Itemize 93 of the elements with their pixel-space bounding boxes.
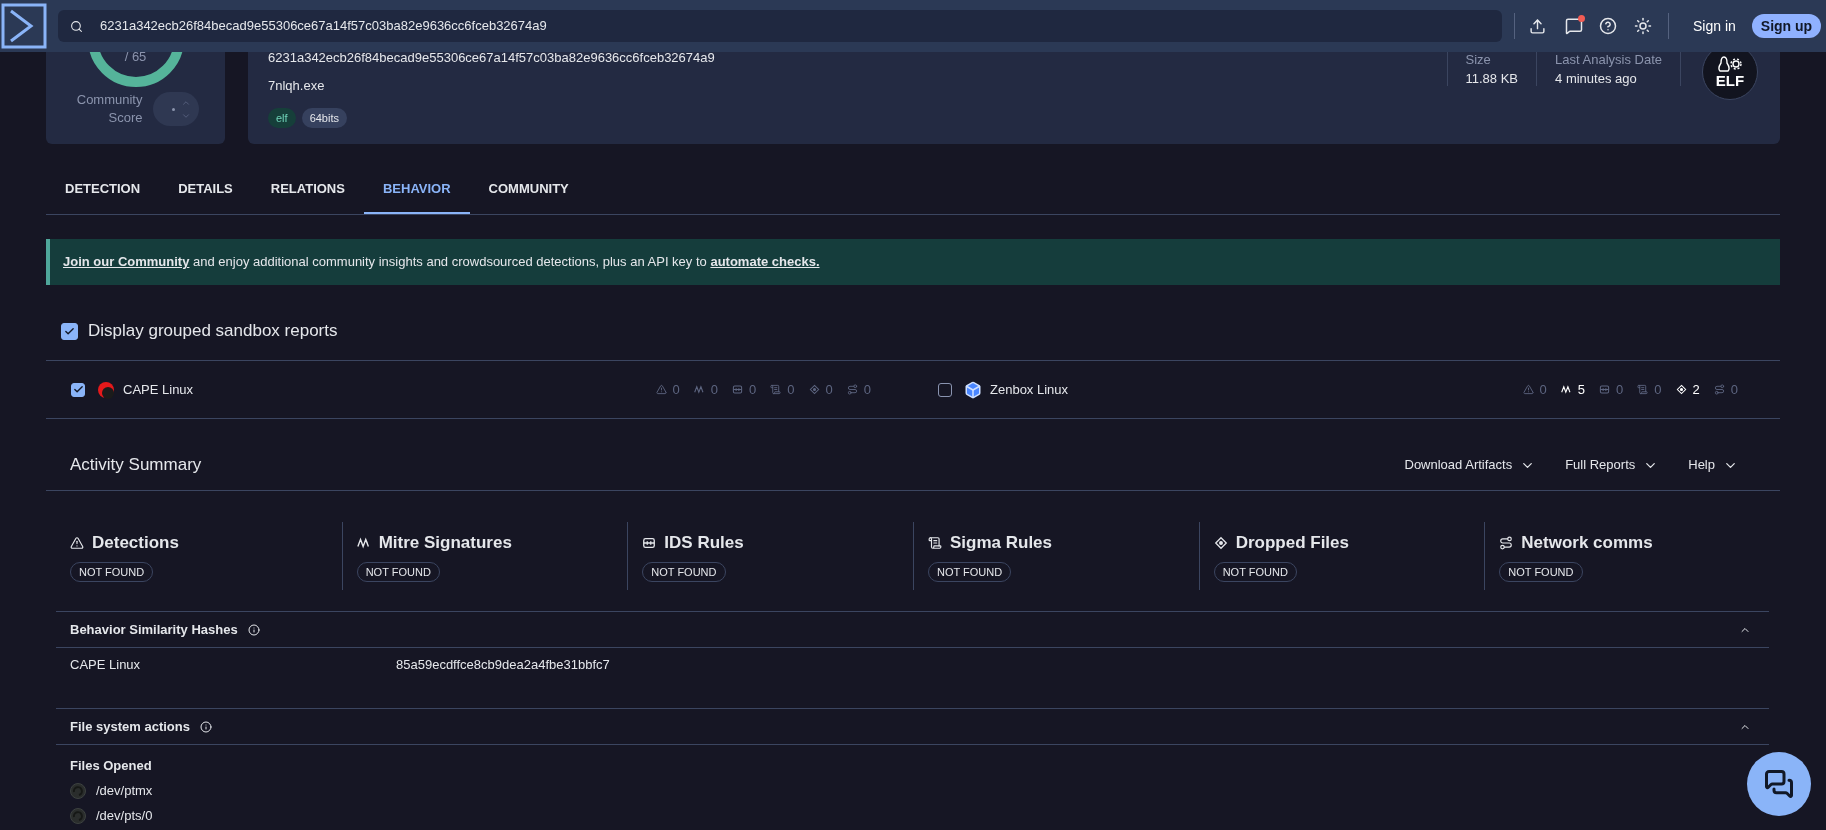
sandbox-stat: 0 bbox=[1599, 379, 1624, 400]
section-title: Activity Summary bbox=[70, 454, 202, 476]
row-label: CAPE Linux bbox=[70, 656, 142, 674]
checkbox[interactable] bbox=[71, 382, 85, 397]
penguin-gear-icon bbox=[1717, 55, 1743, 73]
community-score-label: Community Score bbox=[75, 91, 143, 127]
sandbox-stat: 0 bbox=[732, 379, 757, 400]
stat-label: Last Analysis Date bbox=[1555, 52, 1662, 67]
peaks-icon bbox=[1560, 384, 1572, 395]
logo-icon[interactable] bbox=[1, 3, 47, 49]
route-icon bbox=[1499, 536, 1514, 550]
category-title: Mitre Signatures bbox=[378, 533, 512, 553]
theme-icon[interactable] bbox=[1634, 17, 1652, 35]
check-icon bbox=[64, 325, 75, 337]
stat-label: Size bbox=[1465, 52, 1492, 67]
sandbox-stat: 0 bbox=[693, 379, 719, 400]
score-total: / 65 bbox=[123, 48, 148, 66]
cube-icon bbox=[964, 380, 982, 399]
category-title: Detections bbox=[92, 533, 179, 553]
sandbox-stat: 0 bbox=[846, 379, 871, 400]
group-title: Files Opened bbox=[70, 757, 153, 775]
sign-up-button[interactable]: Sign up bbox=[1751, 14, 1822, 38]
banner-link[interactable]: automate checks. bbox=[710, 254, 820, 270]
scroll-icon bbox=[770, 384, 782, 395]
spinner-icon bbox=[70, 783, 86, 799]
dropdown-button[interactable]: Help bbox=[1688, 455, 1738, 475]
sandbox-stat: 0 bbox=[1713, 379, 1738, 400]
chat-icon bbox=[1764, 769, 1794, 799]
sandbox-stat: 0 bbox=[808, 379, 833, 400]
upload-icon[interactable] bbox=[1529, 17, 1546, 35]
category-title: Dropped Files bbox=[1235, 533, 1349, 553]
dropdown-button[interactable]: Download Artifacts bbox=[1404, 455, 1536, 475]
row-value: 85a59ecdffce8cb9dea2a4fbe31bbfc7 bbox=[396, 656, 610, 674]
spinner-icon bbox=[70, 808, 86, 824]
route-icon bbox=[846, 384, 858, 395]
sandbox-stat: 2 bbox=[1675, 379, 1700, 400]
notifications-button[interactable] bbox=[1564, 16, 1583, 36]
file-path: /dev/ptmx bbox=[96, 782, 153, 800]
chip-icon bbox=[642, 536, 657, 550]
checkbox[interactable] bbox=[938, 382, 952, 397]
check-icon bbox=[72, 384, 84, 395]
tab[interactable]: COMMUNITY bbox=[469, 165, 588, 214]
file-path: /dev/pts/0 bbox=[96, 807, 153, 825]
warning-icon bbox=[655, 384, 667, 395]
diamond-icon bbox=[1213, 536, 1228, 550]
file-name: 7nlqh.exe bbox=[268, 77, 326, 94]
tag[interactable]: elf bbox=[268, 108, 296, 128]
file-hash: 6231a342ecb26f84becad9e55306ce67a14f57c03ba82e9636cc6fceb32674a9 bbox=[268, 49, 716, 66]
sandbox-stat: 5 bbox=[1560, 379, 1586, 400]
sandbox-stat: 0 bbox=[1637, 379, 1662, 400]
peaks-icon bbox=[693, 384, 705, 395]
sandbox-name[interactable]: CAPE Linux bbox=[123, 379, 194, 400]
banner-text: Join our Community and enjoy additional community insights and crowdsourced detections, plus an API key to automate checks. bbox=[63, 253, 820, 272]
dropdown-button[interactable]: Full Reports bbox=[1565, 455, 1659, 475]
warning-icon bbox=[1522, 384, 1534, 395]
tab[interactable]: DETAILS bbox=[159, 165, 252, 214]
scroll-icon bbox=[1637, 384, 1649, 395]
sandbox-stat: 0 bbox=[655, 379, 680, 400]
tab[interactable]: BEHAVIOR bbox=[363, 165, 470, 214]
info-icon[interactable] bbox=[199, 720, 212, 733]
stat-value: 4 minutes ago bbox=[1555, 71, 1638, 86]
tab[interactable]: DETECTION bbox=[46, 165, 160, 214]
section-header[interactable]: Behavior Similarity Hashes bbox=[56, 611, 1769, 648]
category-title: Network comms bbox=[1521, 533, 1653, 553]
route-icon bbox=[1713, 384, 1725, 395]
search-icon bbox=[70, 19, 83, 33]
diamond-icon bbox=[808, 384, 820, 395]
checkbox[interactable] bbox=[61, 322, 78, 340]
chip-icon bbox=[1599, 384, 1611, 395]
tab[interactable]: RELATIONS bbox=[251, 165, 364, 214]
help-icon[interactable] bbox=[1599, 17, 1617, 35]
category-title: Sigma Rules bbox=[950, 533, 1053, 553]
section-heading: Behavior Similarity Hashes bbox=[70, 620, 238, 639]
chip-icon bbox=[732, 384, 744, 395]
warning-icon bbox=[70, 536, 84, 550]
section-header[interactable]: File system actions bbox=[56, 708, 1769, 745]
stat-value: 11.88 KB bbox=[1465, 71, 1519, 86]
sandbox-stat: 0 bbox=[770, 379, 795, 400]
checkbox-label: Display grouped sandbox reports bbox=[88, 320, 338, 343]
chat-bubble-icon bbox=[1564, 17, 1583, 35]
category-title: IDS Rules bbox=[664, 533, 744, 553]
sandbox-stat: 0 bbox=[1522, 379, 1547, 400]
sandbox-name[interactable]: Zenbox Linux bbox=[990, 379, 1069, 400]
tag[interactable]: 64bits bbox=[301, 108, 347, 128]
crescent-logo-icon bbox=[97, 380, 115, 399]
search-field[interactable]: 6231a342ecb26f84becad9e55306ce67a14f57c03ba82e9636cc6fceb32674a9 bbox=[58, 10, 1502, 42]
peaks-icon bbox=[356, 536, 371, 550]
diamond-icon bbox=[1675, 384, 1687, 395]
banner-link[interactable]: Join our Community bbox=[63, 254, 190, 270]
sign-in-button[interactable]: Sign in bbox=[1693, 15, 1736, 37]
section-heading: File system actions bbox=[70, 717, 190, 736]
scroll-icon bbox=[928, 536, 942, 550]
info-icon[interactable] bbox=[247, 623, 260, 636]
